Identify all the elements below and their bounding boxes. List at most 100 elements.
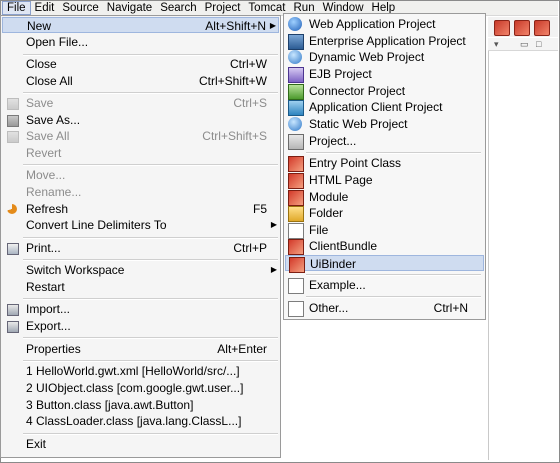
- new-web-application-project[interactable]: Web Application Project: [285, 16, 484, 32]
- file-menu-save-all[interactable]: Save All Ctrl+Shift+S: [2, 128, 279, 144]
- file-menu-exit[interactable]: Exit: [2, 436, 279, 452]
- file-menu-revert[interactable]: Revert: [2, 145, 279, 161]
- file-menu-import[interactable]: Import...: [2, 301, 279, 317]
- menu-item-label: UiBinder: [310, 257, 357, 271]
- new-example[interactable]: Example...: [285, 277, 484, 294]
- maximize-icon[interactable]: □: [536, 39, 541, 49]
- app-client-icon: [288, 100, 304, 116]
- menu-item-label: Print...: [26, 241, 61, 255]
- menu-item-label: Module: [309, 190, 349, 204]
- new-folder[interactable]: Folder: [285, 205, 484, 222]
- new-enterprise-application-project[interactable]: Enterprise Application Project: [285, 33, 484, 50]
- view-toolbar: ▾ ▭ □: [488, 38, 558, 51]
- file-menu-properties[interactable]: Properties Alt+Enter: [2, 341, 279, 357]
- recent-file-2[interactable]: 2 UIObject.class [com.google.gwt.user...…: [2, 380, 279, 396]
- recent-file-4[interactable]: 4 ClassLoader.class [java.lang.ClassL...…: [2, 413, 279, 429]
- gwt-uibinder-icon: [289, 257, 305, 273]
- file-menu: New Alt+Shift+N ▶ Open File... Close Ctr…: [0, 15, 281, 458]
- save-icon: [7, 98, 19, 110]
- menu-source[interactable]: Source: [58, 1, 102, 15]
- menu-item-label: Folder: [309, 206, 344, 220]
- new-file[interactable]: File: [285, 222, 484, 239]
- file-menu-restart[interactable]: Restart: [2, 279, 279, 295]
- project-icon: [288, 134, 304, 150]
- dynamic-web-icon: [288, 50, 302, 64]
- menu-item-label: Refresh: [26, 202, 69, 216]
- menu-item-label: Static Web Project: [309, 117, 408, 131]
- menu-item-label: Dynamic Web Project: [309, 50, 425, 64]
- new-other[interactable]: Other... Ctrl+N: [285, 300, 484, 317]
- export-icon: [7, 321, 19, 333]
- new-project[interactable]: Project...: [285, 133, 484, 150]
- new-clientbundle[interactable]: ClientBundle: [285, 238, 484, 255]
- new-submenu: Web Application Project Enterprise Appli…: [283, 13, 486, 320]
- editor-area: [488, 51, 559, 460]
- file-menu-switch-workspace[interactable]: Switch Workspace ▶: [2, 262, 279, 278]
- menu-item-label: File: [309, 223, 329, 237]
- gwt-run-icon[interactable]: [534, 20, 550, 36]
- new-connector-project[interactable]: Connector Project: [285, 83, 484, 100]
- example-icon: [288, 278, 304, 294]
- file-menu-close[interactable]: Close Ctrl+W: [2, 56, 279, 72]
- menu-item-label: Open File...: [26, 35, 89, 49]
- gwt-compile-icon[interactable]: [494, 20, 510, 36]
- shortcut-label: Ctrl+Shift+W: [198, 74, 267, 88]
- file-menu-move[interactable]: Move...: [2, 167, 279, 183]
- menu-item-label: New: [27, 19, 52, 33]
- new-uibinder[interactable]: UiBinder: [285, 255, 484, 273]
- new-static-web-project[interactable]: Static Web Project: [285, 116, 484, 132]
- file-menu-refresh[interactable]: Refresh F5: [2, 201, 279, 217]
- file-menu-convert-line-delimiters[interactable]: Convert Line Delimiters To ▶: [2, 217, 279, 233]
- file-menu-export[interactable]: Export...: [2, 318, 279, 334]
- submenu-arrow-icon: ▶: [270, 265, 277, 274]
- menu-item-label: Switch Workspace: [26, 263, 125, 277]
- gwt-clientbundle-icon: [288, 239, 304, 255]
- new-dynamic-web-project[interactable]: Dynamic Web Project: [285, 49, 484, 65]
- main-toolbar: [488, 17, 558, 37]
- recent-file-1[interactable]: 1 HelloWorld.gwt.xml [HelloWorld/src/...…: [2, 363, 279, 379]
- new-module[interactable]: Module: [285, 189, 484, 206]
- file-menu-close-all[interactable]: Close All Ctrl+Shift+W: [2, 73, 279, 89]
- file-menu-print[interactable]: Print... Ctrl+P: [2, 240, 279, 256]
- new-ejb-project[interactable]: EJB Project: [285, 66, 484, 83]
- shortcut-label: Ctrl+S: [233, 96, 267, 110]
- folder-icon: [288, 206, 304, 222]
- menu-item-label: Move...: [26, 168, 66, 182]
- shortcut-label: F5: [252, 202, 267, 216]
- menu-item-label: Web Application Project: [309, 17, 436, 31]
- recent-file-3[interactable]: 3 Button.class [java.awt.Button]: [2, 397, 279, 413]
- menu-separator: [23, 259, 278, 261]
- shortcut-label: Ctrl+Shift+S: [202, 129, 267, 143]
- file-menu-save-as[interactable]: Save As...: [2, 112, 279, 128]
- menu-item-label: HTML Page: [309, 173, 373, 187]
- new-application-client-project[interactable]: Application Client Project: [285, 99, 484, 116]
- menu-item-label: Close: [26, 57, 57, 71]
- gwt-entry-point-icon: [288, 156, 304, 172]
- menu-separator: [306, 152, 481, 154]
- gwt-deploy-icon[interactable]: [514, 20, 530, 36]
- menu-navigate[interactable]: Navigate: [103, 1, 156, 15]
- ejb-icon: [288, 67, 304, 83]
- new-html-page[interactable]: HTML Page: [285, 172, 484, 189]
- file-menu-new[interactable]: New Alt+Shift+N ▶: [2, 17, 279, 33]
- file-menu-save[interactable]: Save Ctrl+S: [2, 95, 279, 111]
- import-icon: [7, 304, 19, 316]
- menu-item-label: 1 HelloWorld.gwt.xml [HelloWorld/src/...…: [26, 364, 240, 378]
- menu-separator: [23, 164, 278, 166]
- menu-edit[interactable]: Edit: [31, 1, 59, 15]
- file-menu-open-file[interactable]: Open File...: [2, 34, 279, 50]
- gwt-module-icon: [288, 190, 304, 206]
- menu-file[interactable]: File: [2, 1, 31, 15]
- gwt-globe-icon: [288, 17, 302, 31]
- menu-item-label: Enterprise Application Project: [309, 34, 466, 48]
- file-menu-rename[interactable]: Rename...: [2, 184, 279, 200]
- view-menu-icon[interactable]: ▾: [494, 39, 499, 50]
- minimize-icon[interactable]: ▭: [520, 39, 529, 50]
- menu-item-label: Save All: [26, 129, 70, 143]
- shortcut-label: Ctrl+P: [233, 241, 267, 255]
- new-entry-point-class[interactable]: Entry Point Class: [285, 155, 484, 172]
- menu-search[interactable]: Search: [156, 1, 200, 15]
- menu-project[interactable]: Project: [201, 1, 245, 15]
- gwt-html-icon: [288, 173, 304, 189]
- menu-item-label: Convert Line Delimiters To: [26, 218, 167, 232]
